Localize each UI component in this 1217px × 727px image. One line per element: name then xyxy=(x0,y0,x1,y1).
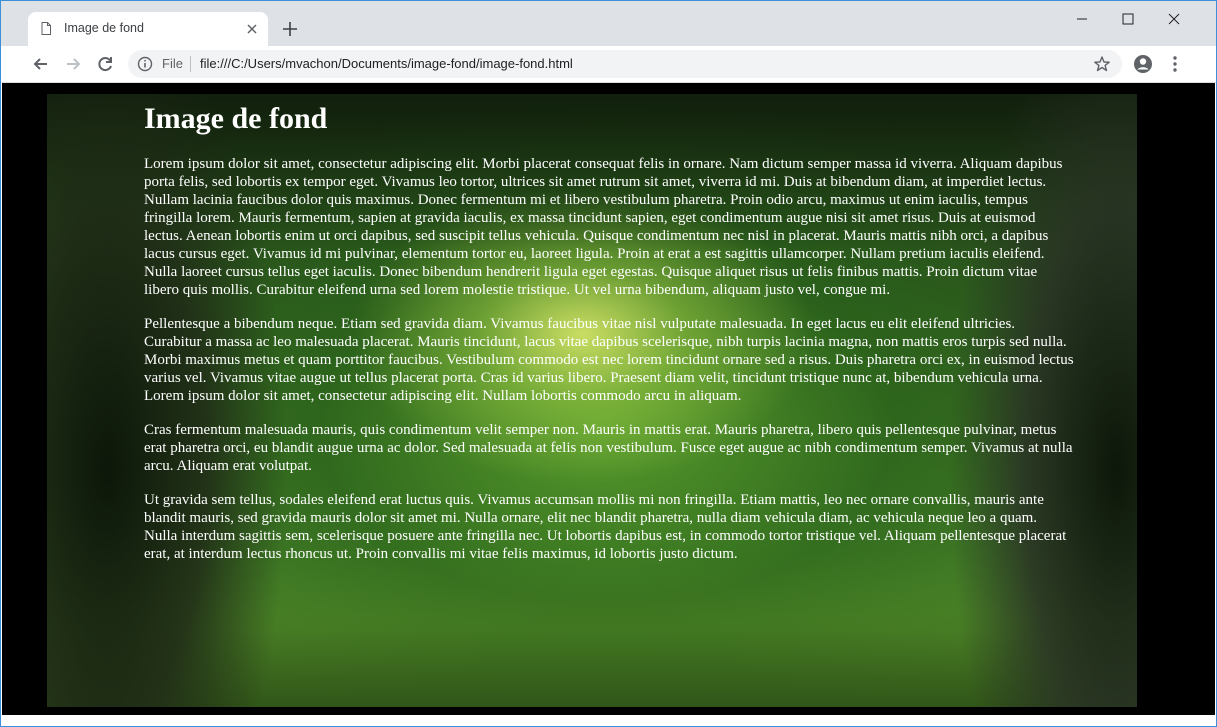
paragraph: Ut gravida sem tellus, sodales eleifend … xyxy=(144,492,1067,562)
new-tab-plus-icon[interactable] xyxy=(280,19,300,39)
tab-active[interactable]: Image de fond xyxy=(28,12,268,46)
info-icon[interactable] xyxy=(137,56,153,72)
tab-close-icon[interactable] xyxy=(244,21,260,37)
minimize-icon[interactable] xyxy=(1059,7,1105,31)
page-viewport: Image de fond Lorem ipsum dolor sit amet… xyxy=(2,83,1215,715)
scheme-label: File xyxy=(162,56,183,71)
account-icon[interactable] xyxy=(1132,53,1154,75)
forward-arrow-icon[interactable] xyxy=(62,53,84,75)
address-divider xyxy=(190,56,191,72)
close-window-icon[interactable] xyxy=(1151,7,1197,31)
address-bar[interactable]: File file:///C:/Users/mvachon/Documents/… xyxy=(128,50,1122,78)
page-icon xyxy=(41,22,51,35)
tab-title: Image de fond xyxy=(64,21,144,35)
paragraph: Pellentesque a bibendum neque. Etiam sed… xyxy=(144,316,1074,404)
page-content: Image de fond Lorem ipsum dolor sit amet… xyxy=(144,101,1074,579)
url-text[interactable]: file:///C:/Users/mvachon/Documents/image… xyxy=(200,56,573,71)
paragraph: Cras fermentum malesuada mauris, quis co… xyxy=(144,422,1073,474)
back-arrow-icon[interactable] xyxy=(30,53,52,75)
reload-icon[interactable] xyxy=(94,53,116,75)
maximize-icon[interactable] xyxy=(1105,7,1151,31)
browser-toolbar: File file:///C:/Users/mvachon/Documents/… xyxy=(1,46,1216,83)
paragraph: Lorem ipsum dolor sit amet, consectetur … xyxy=(144,156,1063,298)
bookmark-star-icon[interactable] xyxy=(1093,55,1111,73)
browser-window: Image de fond File file:///C:/Users/mvac… xyxy=(0,0,1217,727)
tab-strip: Image de fond xyxy=(1,1,1216,46)
page-heading: Image de fond xyxy=(144,102,328,135)
more-vert-icon[interactable] xyxy=(1167,53,1183,75)
